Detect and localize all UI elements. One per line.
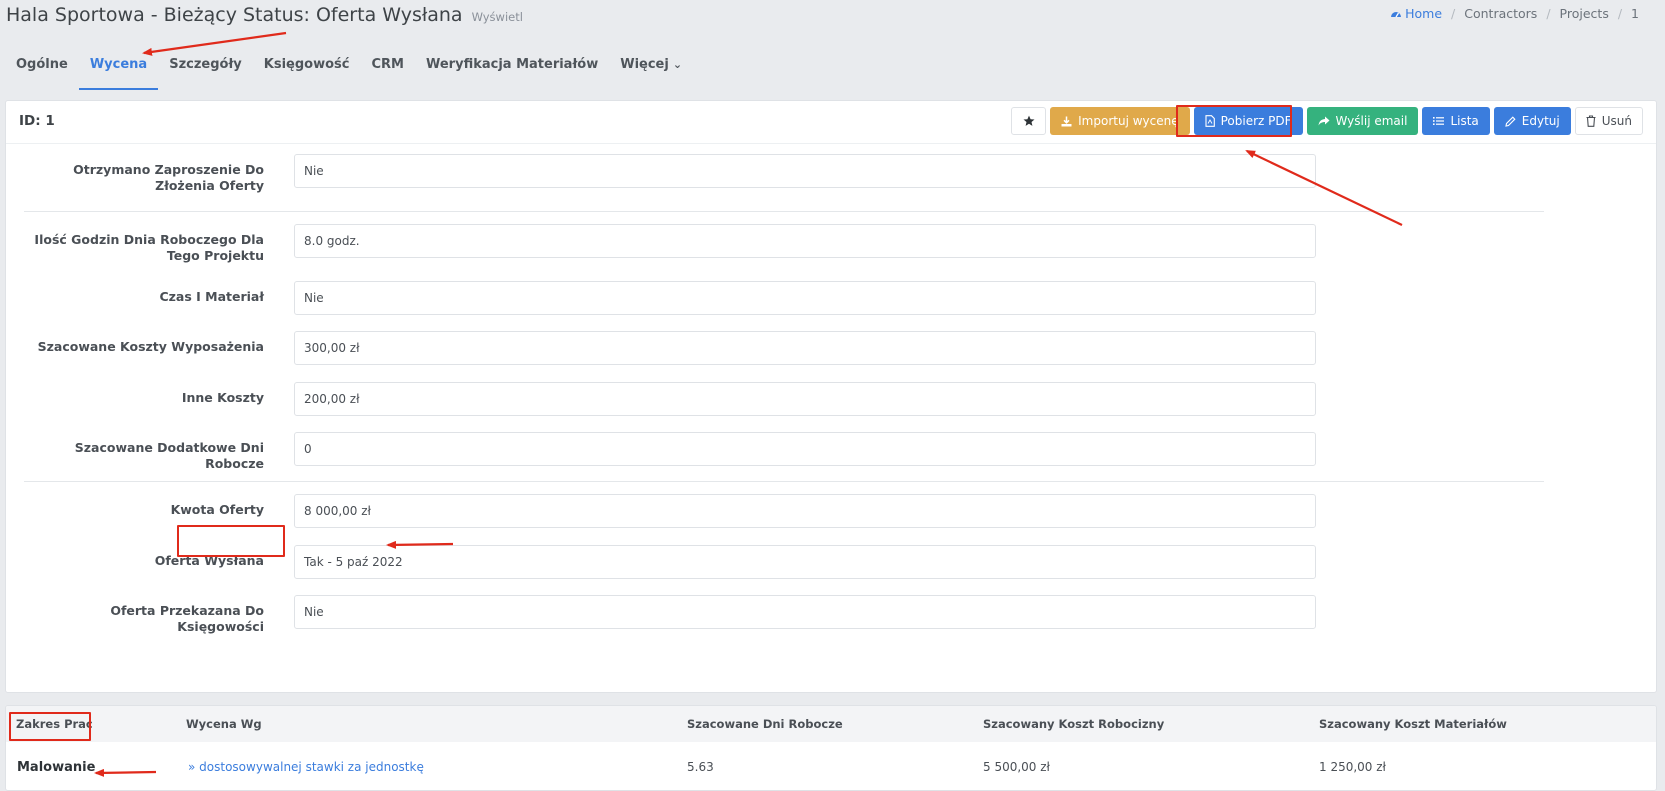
tab-wiecej[interactable]: Więcej ⌄ xyxy=(609,50,693,90)
delete-label: Usuń xyxy=(1601,114,1632,128)
import-quote-button[interactable]: Importuj wycenę xyxy=(1050,107,1190,135)
page-subtitle: Wyświetl xyxy=(471,10,523,24)
tab-szczegoly[interactable]: Szczegóły xyxy=(158,50,253,90)
field-label: Czas I Materiał xyxy=(159,289,264,304)
breadcrumb-separator: / xyxy=(1617,6,1623,21)
field-value: 300,00 zł xyxy=(294,331,1316,365)
tab-weryfikacja-materialow[interactable]: Weryfikacja Materiałów xyxy=(415,50,609,90)
annotation-box-offer-amount xyxy=(177,525,285,557)
breadcrumb-separator: / xyxy=(1546,6,1551,21)
labor-cost-cell: 5 500,00 zł xyxy=(983,760,1050,774)
field-label: Szacowane Dodatkowe Dni Robocze xyxy=(74,440,264,471)
section-divider xyxy=(24,211,1544,212)
star-icon xyxy=(1023,115,1035,126)
field-value: Nie xyxy=(294,154,1316,188)
breadcrumb-home[interactable]: Home xyxy=(1390,6,1442,21)
edit-button[interactable]: Edytuj xyxy=(1493,107,1571,135)
materials-cost-cell: 1 250,00 zł xyxy=(1319,760,1386,774)
pricing-link[interactable]: » dostosowywalnej stawki za jednostkę xyxy=(188,760,424,774)
field-value: Nie xyxy=(294,281,1316,315)
share-icon xyxy=(1318,116,1330,126)
tab-ogolne[interactable]: Ogólne xyxy=(5,50,79,90)
favorite-button[interactable] xyxy=(1011,107,1047,135)
tab-crm[interactable]: CRM xyxy=(360,50,415,90)
field-value: 8.0 godz. xyxy=(294,224,1316,258)
scope-cell: Malowanie xyxy=(17,760,96,775)
list-button[interactable]: Lista xyxy=(1422,107,1490,135)
record-id: ID: 1 xyxy=(19,113,55,129)
dashboard-icon xyxy=(1391,11,1402,17)
page-header: Hala Sportowa - Bieżący Status: Oferta W… xyxy=(6,4,523,26)
send-email-button[interactable]: Wyślij email xyxy=(1306,107,1419,135)
pricing-link-label: dostosowywalnej stawki za jednostkę xyxy=(199,760,424,774)
breadcrumb-home-label: Home xyxy=(1405,6,1443,21)
trash-icon xyxy=(1586,115,1596,127)
pencil-icon xyxy=(1505,115,1516,127)
annotation-box-pdf xyxy=(1176,105,1292,137)
field-label: Otrzymano Zaproszenie Do Złożenia Oferty xyxy=(73,162,264,193)
column-header: Wycena Wg xyxy=(186,717,262,731)
field-label: Oferta Przekazana Do Księgowości xyxy=(110,603,264,634)
list-icon xyxy=(1433,117,1445,125)
annotation-box-scope xyxy=(9,712,91,741)
table-row: Malowanie » dostosowywalnej stawki za je… xyxy=(6,742,1656,790)
tab-wycena[interactable]: Wycena xyxy=(78,50,159,90)
chevron-down-icon: ⌄ xyxy=(672,58,683,71)
tab-ksiegowosc[interactable]: Księgowość xyxy=(253,50,361,90)
section-divider xyxy=(24,481,1544,482)
field-value: 8 000,00 zł xyxy=(294,494,1316,528)
field-label: Ilość Godzin Dnia Roboczego Dla Tego Pro… xyxy=(34,232,264,263)
field-value: 200,00 zł xyxy=(294,382,1316,416)
list-label: Lista xyxy=(1450,114,1479,128)
edit-label: Edytuj xyxy=(1521,114,1560,128)
details-card: ID: 1 Importuj wycenę Pobierz PDF Wyślij… xyxy=(5,100,1657,693)
send-email-label: Wyślij email xyxy=(1335,114,1408,128)
field-value: Tak - 5 paź 2022 xyxy=(294,545,1316,579)
tab-bar: Ogólne Wycena Szczegóły Księgowość CRM W… xyxy=(5,50,693,90)
card-header: ID: 1 Importuj wycenę Pobierz PDF Wyślij… xyxy=(6,101,1656,144)
breadcrumb-separator: / xyxy=(1451,6,1456,21)
download-icon xyxy=(1061,116,1072,126)
column-header: Szacowany Koszt Materiałów xyxy=(1319,717,1507,731)
days-cell: 5.63 xyxy=(687,760,714,774)
breadcrumb-projects[interactable]: Projects xyxy=(1560,6,1609,21)
toolbar: Importuj wycenę Pobierz PDF Wyślij email… xyxy=(1011,107,1643,135)
field-label: Szacowane Koszty Wyposażenia xyxy=(37,339,264,354)
tab-wiecej-label: Więcej xyxy=(620,57,669,72)
page-title: Hala Sportowa - Bieżący Status: Oferta W… xyxy=(6,4,463,26)
field-value: 0 xyxy=(294,432,1316,466)
table-header: Zakres Prac Wycena Wg Szacowane Dni Robo… xyxy=(6,706,1656,742)
double-chevron-right-icon: » xyxy=(188,760,196,774)
import-quote-label: Importuj wycenę xyxy=(1078,114,1179,128)
breadcrumb-current: 1 xyxy=(1631,6,1639,21)
field-value: Nie xyxy=(294,595,1316,629)
delete-button[interactable]: Usuń xyxy=(1574,107,1643,135)
field-label: Kwota Oferty xyxy=(170,502,264,517)
column-header: Szacowane Dni Robocze xyxy=(687,717,843,731)
scope-table: Zakres Prac Wycena Wg Szacowane Dni Robo… xyxy=(5,705,1657,791)
breadcrumb: Home / Contractors / Projects / 1 xyxy=(1390,6,1639,21)
breadcrumb-contractors[interactable]: Contractors xyxy=(1464,6,1537,21)
field-label: Inne Koszty xyxy=(181,390,264,405)
column-header: Szacowany Koszt Robocizny xyxy=(983,717,1165,731)
